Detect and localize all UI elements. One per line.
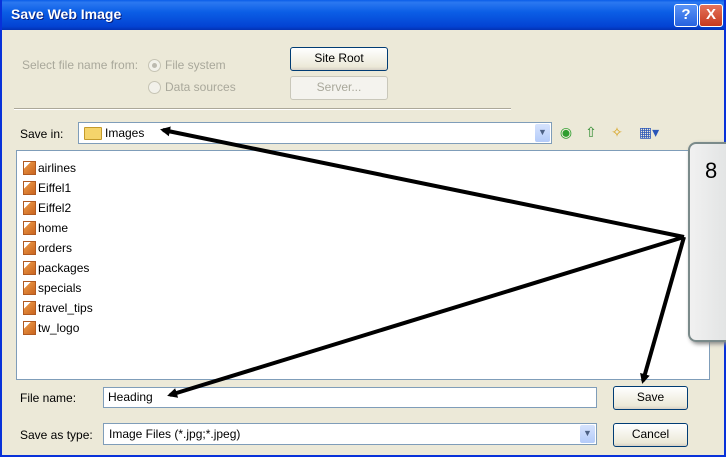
save-in-dropdown[interactable]: Images ▼ xyxy=(78,122,552,144)
close-button[interactable]: X xyxy=(699,4,723,27)
save-in-value: Images xyxy=(105,126,145,140)
image-file-icon xyxy=(23,240,36,255)
save-web-image-dialog: Save Web Image ? X Select file name from… xyxy=(0,0,726,457)
data-sources-radio[interactable] xyxy=(148,81,161,94)
list-item[interactable]: airlines xyxy=(23,160,76,178)
file-system-label: File system xyxy=(165,58,226,72)
view-menu-icon[interactable]: ▦▾ xyxy=(636,124,662,140)
save-as-type-value: Image Files (*.jpg;*.jpeg) xyxy=(109,427,241,441)
image-file-icon xyxy=(23,260,36,275)
server-button[interactable]: Server... xyxy=(290,76,388,100)
chevron-down-icon[interactable]: ▼ xyxy=(535,124,550,142)
save-in-label: Save in: xyxy=(20,127,64,141)
folder-icon xyxy=(84,127,102,140)
site-root-button[interactable]: Site Root xyxy=(290,47,388,71)
save-as-type-dropdown[interactable]: Image Files (*.jpg;*.jpeg) ▼ xyxy=(103,423,597,445)
help-button[interactable]: ? xyxy=(674,4,698,27)
callout-step-number: 8 xyxy=(705,158,718,183)
list-item[interactable]: Eiffel2 xyxy=(23,200,71,218)
file-name-input[interactable]: Heading xyxy=(103,387,597,408)
data-sources-label: Data sources xyxy=(165,80,236,94)
image-file-icon xyxy=(23,180,36,195)
list-item[interactable]: orders xyxy=(23,240,72,258)
image-file-icon xyxy=(23,200,36,215)
select-from-label: Select file name from: xyxy=(22,58,139,72)
window-title: Save Web Image xyxy=(11,6,122,22)
file-system-radio[interactable] xyxy=(148,59,161,72)
new-folder-icon[interactable]: ✧ xyxy=(608,124,626,140)
list-item[interactable]: travel_tips xyxy=(23,300,93,318)
up-folder-icon[interactable]: ⇧ xyxy=(582,124,600,140)
list-item[interactable]: Eiffel1 xyxy=(23,180,71,198)
list-item[interactable]: home xyxy=(23,220,68,238)
image-file-icon xyxy=(23,160,36,175)
file-list[interactable]: airlines Eiffel1 Eiffel2 home orders pac… xyxy=(16,150,710,380)
file-name-label: File name: xyxy=(20,391,77,405)
title-bar[interactable]: Save Web Image ? X xyxy=(2,0,724,30)
chevron-down-icon[interactable]: ▼ xyxy=(580,425,595,443)
image-file-icon xyxy=(23,320,36,335)
cancel-button[interactable]: Cancel xyxy=(613,423,688,447)
image-file-icon xyxy=(23,300,36,315)
image-file-icon xyxy=(23,280,36,295)
save-as-type-label: Save as type: xyxy=(20,428,93,442)
list-item[interactable]: packages xyxy=(23,260,89,278)
list-item[interactable]: specials xyxy=(23,280,81,298)
image-file-icon xyxy=(23,220,36,235)
list-item[interactable]: tw_logo xyxy=(23,320,79,338)
back-icon[interactable]: ◉ xyxy=(557,124,575,140)
save-button[interactable]: Save xyxy=(613,386,688,410)
separator xyxy=(14,108,511,110)
